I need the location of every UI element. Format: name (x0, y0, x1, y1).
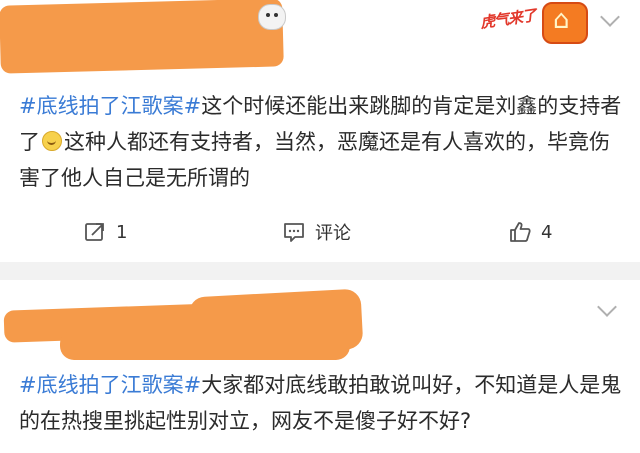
like-count: 4 (541, 221, 553, 243)
share-icon (84, 221, 106, 243)
redacted-user-info (60, 330, 350, 360)
action-bar: 1 评论 4 (0, 214, 640, 250)
holiday-badge-text: 虎气来了 (479, 6, 537, 32)
comment-icon (283, 221, 305, 243)
thumbs-up-icon (509, 221, 531, 243)
post-text-part: 这种人都还有支持者，当然，恶魔还是有人喜欢的，毕竟伤害了他人自己是无所谓的 (19, 130, 610, 190)
comment-label: 评论 (315, 223, 351, 244)
redacted-user-info (0, 0, 284, 74)
post-text: #底线拍了江歌案#大家都对底线敢拍敢说叫好，不知道是人是鬼的在热搜里挑起性别对立… (19, 367, 624, 439)
smile-emoji-icon (42, 131, 62, 151)
post-card: 虎气来了 #底线拍了江歌案#这个时候还能出来跳脚的肯定是刘鑫的支持者了这种人都还… (0, 0, 640, 262)
comment-button[interactable]: 评论 (283, 214, 351, 250)
chevron-down-icon[interactable] (600, 7, 620, 27)
post-text: #底线拍了江歌案#这个时候还能出来跳脚的肯定是刘鑫的支持者了 这种人都还有支持者，… (19, 88, 624, 196)
tiger-badge-icon (542, 2, 588, 44)
hashtag-link[interactable]: #底线拍了江歌案# (19, 94, 201, 118)
mascot-badge-icon (258, 4, 286, 30)
forward-count: 1 (116, 221, 128, 243)
like-button[interactable]: 4 (509, 214, 552, 250)
forward-button[interactable]: 1 (84, 214, 127, 250)
hashtag-link[interactable]: #底线拍了江歌案# (19, 373, 201, 397)
